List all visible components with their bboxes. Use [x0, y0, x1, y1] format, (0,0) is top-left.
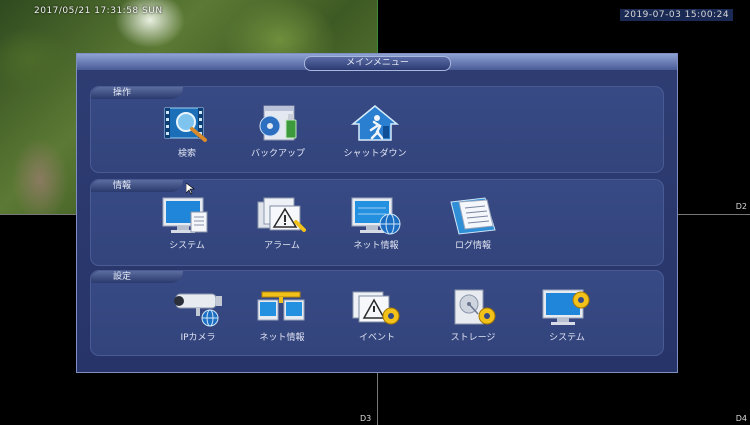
storage-settings-button-label: ストレージ [450, 333, 496, 343]
menu-titlebar: メインメニュー [77, 54, 677, 71]
system-info-button[interactable]: システム [147, 196, 227, 251]
storage-gear-icon [454, 289, 496, 325]
ip-camera-button-label: IPカメラ [180, 333, 216, 343]
system-settings-button-label: システム [549, 333, 585, 343]
event-settings-button-label: イベント [358, 333, 395, 343]
log-info-button-label: ログ情報 [454, 241, 491, 251]
channel-label-d2: D2 [735, 202, 747, 211]
channel-label-d4: D4 [735, 414, 747, 423]
storage-settings-button[interactable]: ストレージ [433, 288, 513, 343]
system-gear-icon [542, 289, 590, 325]
section-information: 情報 システム アラーム ネット情報 ログ情報 [90, 179, 664, 266]
section-information-label: 情報 [91, 180, 183, 192]
camera-1-timestamp: 2017/05/21 17:31:58 SUN [34, 6, 163, 16]
log-book-icon [450, 197, 496, 235]
system-settings-button[interactable]: システム [527, 288, 607, 343]
backup-button[interactable]: バックアップ [238, 104, 318, 159]
shutdown-house-icon [350, 105, 400, 141]
usb-backup-icon [259, 105, 297, 141]
section-settings-label: 設定 [91, 271, 183, 283]
shutdown-button-label: シャットダウン [343, 149, 407, 159]
search-button-label: 検索 [177, 149, 196, 159]
main-menu-dialog: メインメニュー 操作 検索 バックアップ シャットダウン 情報 システム アラー… [76, 53, 678, 373]
shutdown-button[interactable]: シャットダウン [335, 104, 415, 159]
network-panels-icon [257, 291, 305, 321]
network-settings-button[interactable]: ネット情報 [242, 288, 322, 343]
event-settings-button[interactable]: イベント [337, 288, 417, 343]
monitor-globe-icon [351, 197, 401, 235]
channel-label-d3: D3 [360, 414, 372, 423]
backup-button-label: バックアップ [250, 149, 305, 159]
film-search-icon [164, 107, 207, 142]
mouse-pointer-icon [186, 183, 195, 195]
section-operations-label: 操作 [91, 87, 183, 99]
network-info-button-label: ネット情報 [353, 241, 399, 251]
alarm-info-button-label: アラーム [264, 241, 300, 251]
network-settings-button-label: ネット情報 [259, 333, 305, 343]
system-info-button-label: システム [169, 241, 205, 251]
section-settings: 設定 IPカメラ ネット情報 イベント ストレージ システム [90, 270, 664, 356]
ip-camera-icon [174, 293, 222, 327]
camera-2-timestamp: 2019-07-03 15:00:24 [620, 9, 734, 21]
section-operations: 操作 検索 バックアップ シャットダウン [90, 86, 664, 173]
monitor-document-icon [162, 197, 208, 233]
network-info-button[interactable]: ネット情報 [336, 196, 416, 251]
ip-camera-button[interactable]: IPカメラ [158, 288, 238, 343]
alarm-warning-icon [257, 197, 306, 232]
log-info-button[interactable]: ログ情報 [433, 196, 513, 251]
menu-title: メインメニュー [304, 56, 451, 71]
search-button[interactable]: 検索 [147, 104, 227, 159]
alarm-info-button[interactable]: アラーム [242, 196, 322, 251]
event-gear-icon [352, 291, 400, 325]
